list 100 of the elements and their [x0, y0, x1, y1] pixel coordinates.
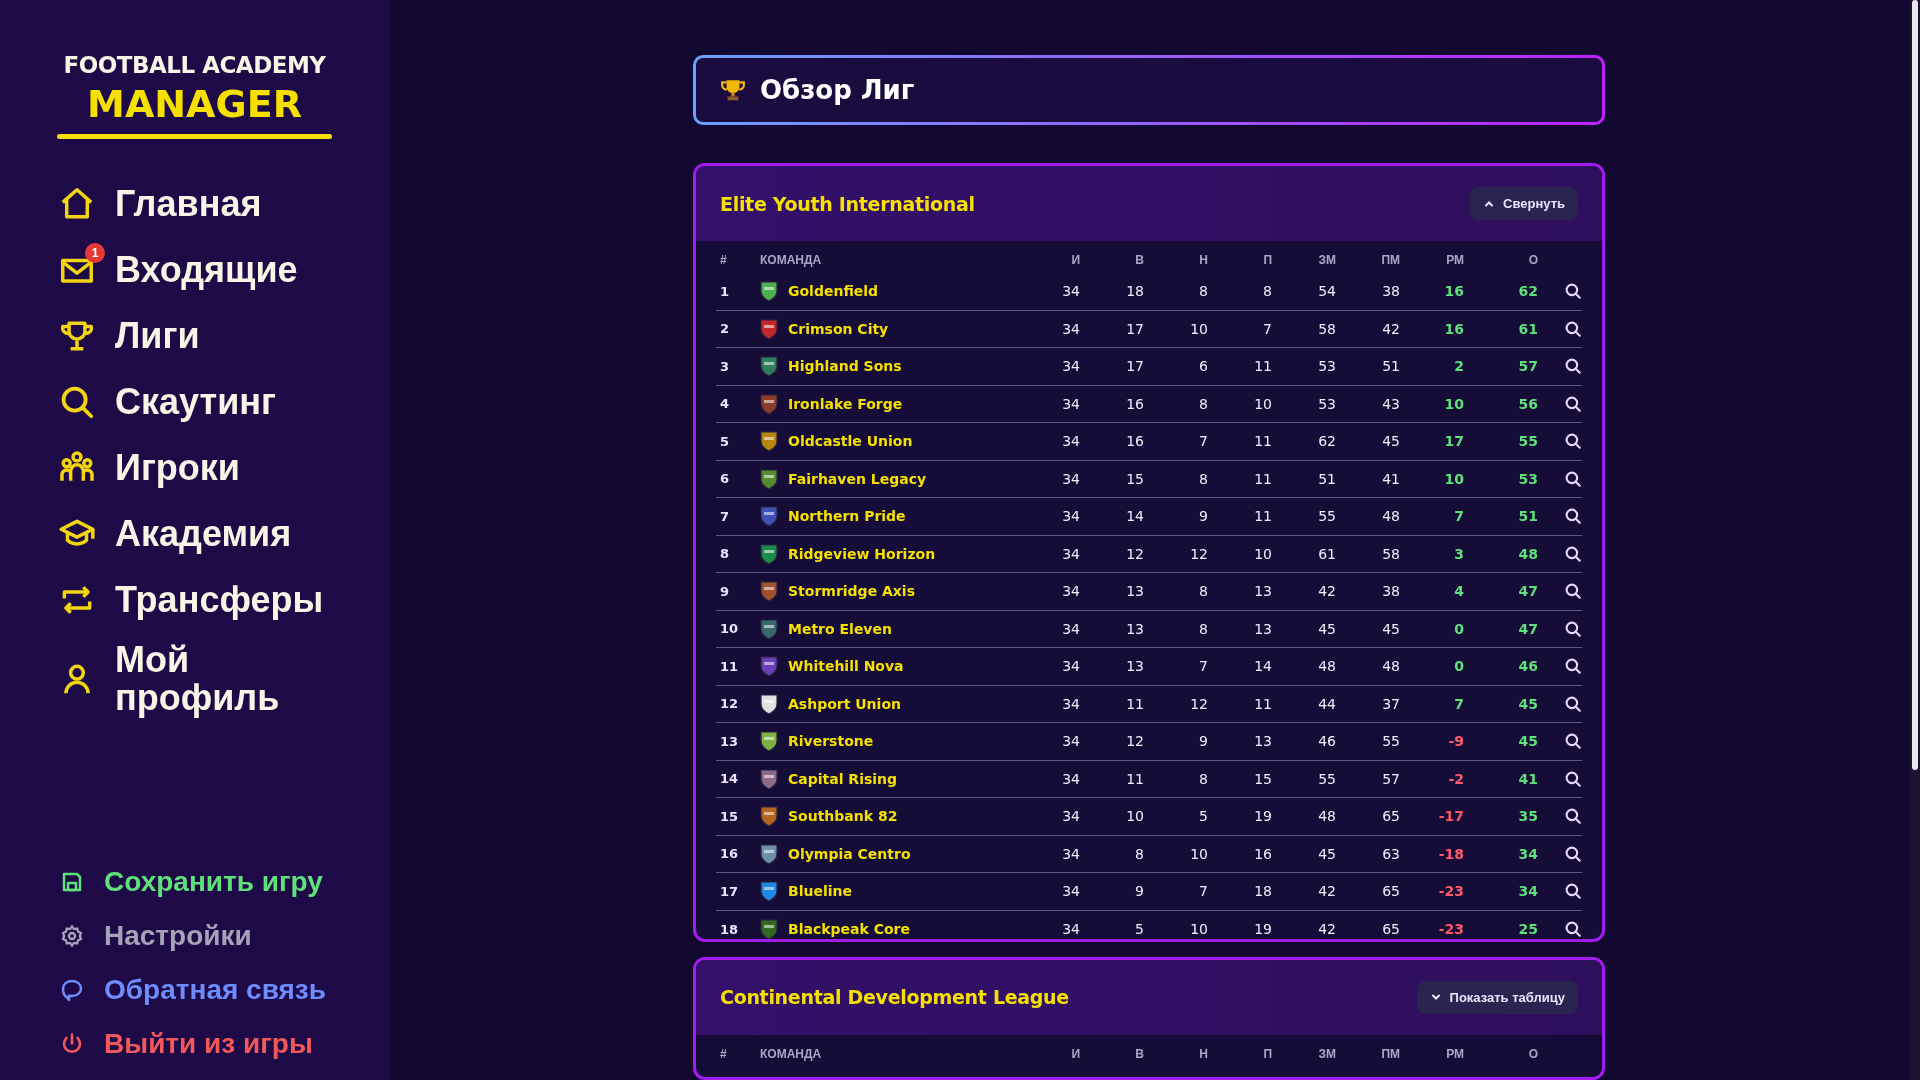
scrollbar[interactable]	[1910, 0, 1920, 1080]
stat-cell-text: 12	[1125, 545, 1145, 562]
position-cell-text: 6	[719, 471, 731, 487]
column-header: ПМ	[1380, 1046, 1401, 1061]
team-name[interactable]: Ironlake Forge	[788, 395, 903, 412]
column-header: Н	[1198, 253, 1209, 268]
stat-cell-text: 61	[1317, 545, 1337, 562]
stat-cell-text: 5	[1198, 808, 1209, 825]
stat-cell-text: 34	[1061, 433, 1081, 450]
stat-cell-text: 10	[1189, 320, 1209, 337]
search-button[interactable]	[1564, 432, 1582, 451]
stat-cell-text: 11	[1253, 433, 1273, 450]
logo-subtitle: MANAGER	[87, 82, 302, 126]
search-button[interactable]	[1564, 882, 1582, 901]
team-name[interactable]: Whitehill Nova	[788, 658, 904, 675]
stat-cell-text: 10	[1125, 808, 1145, 825]
search-button[interactable]	[1564, 732, 1582, 751]
team-name[interactable]: Ashport Union	[788, 695, 901, 712]
nav-item[interactable]: Игроки	[57, 443, 390, 493]
search-button[interactable]	[1564, 582, 1582, 601]
position-cell-text: 15	[719, 808, 740, 824]
nav-item[interactable]: Лиги	[57, 311, 390, 361]
stat-cell-text: 8	[1198, 395, 1209, 412]
search-button[interactable]	[1564, 694, 1582, 713]
stat-cell-text: 44	[1317, 695, 1337, 712]
stat-cell-text: 13	[1253, 583, 1273, 600]
stat-cell-text: 13	[1253, 733, 1273, 750]
sidebar-action[interactable]: Сохранить игру	[60, 866, 390, 898]
nav-label: Главная	[115, 185, 262, 223]
toggle-button[interactable]: Свернуть	[1470, 187, 1578, 221]
sidebar-action[interactable]: Настройки	[60, 920, 390, 952]
sidebar-action[interactable]: Обратная связь	[60, 974, 390, 1006]
stat-cell-text: 42	[1317, 583, 1337, 600]
search-button[interactable]	[1564, 282, 1582, 301]
team-name[interactable]: Highland Sons	[788, 358, 902, 375]
search-button[interactable]	[1564, 619, 1582, 638]
search-button[interactable]	[1564, 394, 1582, 413]
team-name[interactable]: Stormridge Axis	[788, 583, 915, 600]
search-button[interactable]	[1564, 844, 1582, 863]
toggle-button[interactable]: Показать таблицу	[1416, 980, 1578, 1014]
stat-cell-text: 34	[1061, 921, 1081, 938]
stat-cell-text: 19	[1253, 921, 1273, 938]
team-name[interactable]: Blueline	[788, 883, 852, 900]
stat-cell-text: 14	[1125, 508, 1145, 525]
goal-difference-cell-text: 10	[1443, 470, 1465, 487]
stat-cell-text: 34	[1061, 620, 1081, 637]
column-header: КОМАНДА	[759, 253, 823, 268]
nav-item[interactable]: Главная	[57, 179, 390, 229]
stat-cell-text: 13	[1253, 620, 1273, 637]
goal-difference-cell-text: 10	[1443, 395, 1465, 412]
team-name[interactable]: Northern Pride	[788, 508, 906, 525]
nav-item[interactable]: Трансферы	[57, 575, 390, 625]
search-button[interactable]	[1564, 319, 1582, 338]
team-name[interactable]: Metro Eleven	[788, 620, 892, 637]
search-button[interactable]	[1564, 469, 1582, 488]
stat-cell-text: 34	[1061, 733, 1081, 750]
stat-cell-text: 13	[1125, 658, 1145, 675]
search-button[interactable]	[1564, 807, 1582, 826]
search-button[interactable]	[1564, 357, 1582, 376]
stat-cell-text: 65	[1381, 921, 1401, 938]
stat-cell-text: 8	[1198, 620, 1209, 637]
stat-cell-text: 38	[1381, 583, 1401, 600]
team-name[interactable]: Fairhaven Legacy	[788, 470, 927, 487]
stat-cell-text: 9	[1134, 883, 1145, 900]
position-cell-text: 4	[719, 396, 731, 412]
team-name[interactable]: Southbank 82	[788, 808, 898, 825]
nav-label: Игроки	[115, 449, 240, 487]
stat-cell-text: 8	[1134, 845, 1145, 862]
sidebar-action[interactable]: Выйти из игры	[60, 1028, 390, 1060]
goal-difference-cell-text: 7	[1453, 508, 1465, 525]
team-name[interactable]: Ridgeview Horizon	[788, 545, 936, 562]
team-name[interactable]: Olympia Centro	[788, 845, 911, 862]
team-name[interactable]: Goldenfield	[788, 283, 879, 300]
nav-item[interactable]: Мой профиль	[57, 641, 390, 717]
stat-cell-text: 8	[1198, 583, 1209, 600]
search-button[interactable]	[1564, 657, 1582, 676]
column-header: В	[1134, 1046, 1145, 1061]
team-name[interactable]: Riverstone	[788, 733, 874, 750]
stat-cell-text: 15	[1253, 770, 1273, 787]
position-cell-text: 8	[719, 546, 731, 562]
team-name[interactable]: Capital Rising	[788, 770, 898, 787]
team-name[interactable]: Crimson City	[788, 320, 889, 337]
column-header: И	[1070, 253, 1081, 268]
position-cell-text: 9	[719, 583, 731, 599]
team-name[interactable]: Blackpeak Core	[788, 921, 910, 938]
search-button[interactable]	[1564, 507, 1582, 526]
nav-item[interactable]: 1 Входящие	[57, 245, 390, 295]
search-button[interactable]	[1564, 920, 1582, 939]
stat-cell-text: 58	[1317, 320, 1337, 337]
stat-cell-text: 5	[1134, 921, 1145, 938]
position-cell-text: 3	[719, 358, 731, 374]
search-button[interactable]	[1564, 544, 1582, 563]
nav-item[interactable]: Академия	[57, 509, 390, 559]
nav-item[interactable]: Скаутинг	[57, 377, 390, 427]
search-button[interactable]	[1564, 769, 1582, 788]
team-name[interactable]: Oldcastle Union	[788, 433, 913, 450]
points-cell-text: 34	[1517, 845, 1539, 862]
page-title: Обзор Лиг	[760, 75, 915, 105]
stat-cell-text: 10	[1189, 845, 1209, 862]
trophy-icon	[720, 77, 746, 103]
